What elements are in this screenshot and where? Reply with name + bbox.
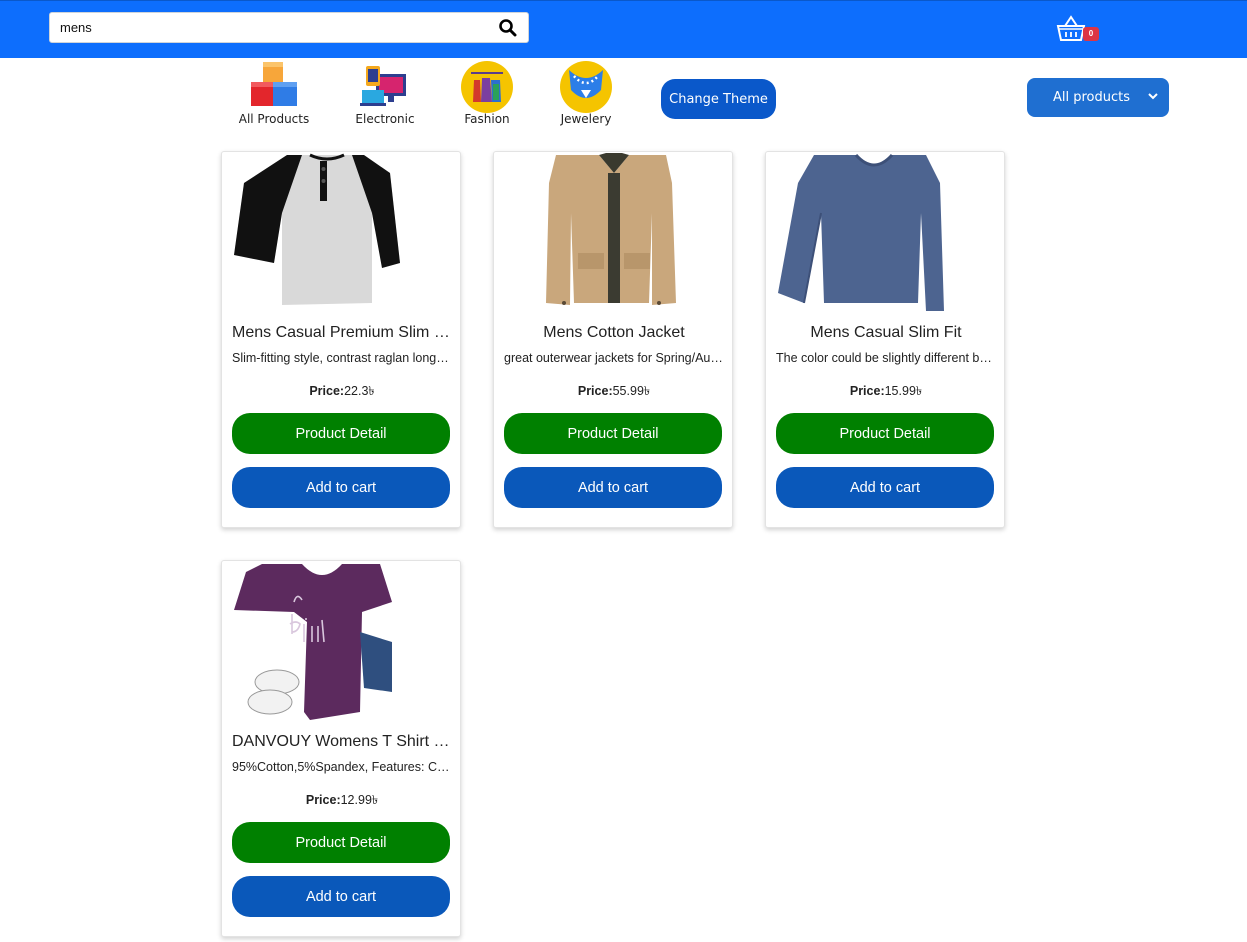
cart-count-badge: 0 xyxy=(1083,27,1099,41)
price-value: 22.3৳ xyxy=(344,384,375,398)
search-icon[interactable] xyxy=(498,18,518,38)
cart-button[interactable]: 0 xyxy=(1056,15,1100,45)
product-image[interactable] xyxy=(776,153,996,313)
necklace-icon xyxy=(560,61,612,113)
price-label: Price: xyxy=(849,384,885,398)
product-detail-button[interactable]: Product Detail xyxy=(776,413,994,454)
add-to-cart-button[interactable]: Add to cart xyxy=(232,467,450,508)
product-image[interactable] xyxy=(232,562,452,722)
category-jewelery[interactable]: Jewelery xyxy=(541,58,631,130)
product-image[interactable] xyxy=(232,153,452,313)
chevron-down-icon xyxy=(1148,93,1158,100)
add-to-cart-button[interactable]: Add to cart xyxy=(776,467,994,508)
product-title: Mens Cotton Jacket xyxy=(543,324,685,341)
add-to-cart-button[interactable]: Add to cart xyxy=(504,467,722,508)
basket-icon xyxy=(1056,15,1086,41)
product-title: Mens Casual Premium Slim Fit T-Shirts xyxy=(232,324,452,341)
product-card: Mens Cotton Jacket great outerwear jacke… xyxy=(493,151,733,528)
product-filter-select[interactable]: All products xyxy=(1027,78,1169,117)
computer-monitor-icon xyxy=(360,66,406,106)
filter-selected-value: All products xyxy=(1053,90,1131,105)
top-navbar: 0 xyxy=(0,0,1247,58)
product-title: Mens Casual Slim Fit xyxy=(810,324,962,341)
product-card: DANVOUY Womens T Shirt Casual Cotton Sho… xyxy=(221,560,461,937)
price-label: Price: xyxy=(577,384,613,398)
product-title: DANVOUY Womens T Shirt Casual Cotton Sho… xyxy=(232,733,452,750)
clothes-rack-icon xyxy=(461,61,513,113)
product-description: 95%Cotton,5%Spandex, Features: Casual, S… xyxy=(232,760,452,774)
add-to-cart-button[interactable]: Add to cart xyxy=(232,876,450,917)
search-input[interactable] xyxy=(50,13,490,42)
category-all-products[interactable]: All Products xyxy=(229,58,319,130)
category-label: Fashion xyxy=(464,112,510,126)
price-value: 55.99৳ xyxy=(612,384,651,398)
product-image[interactable] xyxy=(504,153,724,313)
search-bar xyxy=(49,12,529,43)
product-price: Price:55.99৳ xyxy=(494,383,734,403)
category-electronic[interactable]: Electronic xyxy=(340,58,430,130)
product-price: Price:12.99৳ xyxy=(222,792,462,812)
product-description: Slim-fitting style, contrast raglan long… xyxy=(232,351,452,365)
product-price: Price:22.3৳ xyxy=(222,383,462,403)
product-detail-button[interactable]: Product Detail xyxy=(232,822,450,863)
product-card: Mens Casual Slim Fit The color could be … xyxy=(765,151,1005,528)
category-label: Electronic xyxy=(355,112,415,126)
category-label: Jewelery xyxy=(560,112,612,126)
product-detail-button[interactable]: Product Detail xyxy=(232,413,450,454)
product-price: Price:15.99৳ xyxy=(766,383,1006,403)
product-description: The color could be slightly different be… xyxy=(776,351,996,365)
product-card: Mens Casual Premium Slim Fit T-Shirts Sl… xyxy=(221,151,461,528)
product-description: great outerwear jackets for Spring/Autum… xyxy=(504,351,724,365)
category-label: All Products xyxy=(238,112,310,126)
price-value: 15.99৳ xyxy=(884,384,923,398)
change-theme-button[interactable]: Change Theme xyxy=(661,79,776,119)
cubes-icon xyxy=(251,62,297,106)
price-label: Price: xyxy=(309,384,345,398)
category-fashion[interactable]: Fashion xyxy=(442,58,532,130)
price-label: Price: xyxy=(305,793,341,807)
product-detail-button[interactable]: Product Detail xyxy=(504,413,722,454)
price-value: 12.99৳ xyxy=(340,793,379,807)
